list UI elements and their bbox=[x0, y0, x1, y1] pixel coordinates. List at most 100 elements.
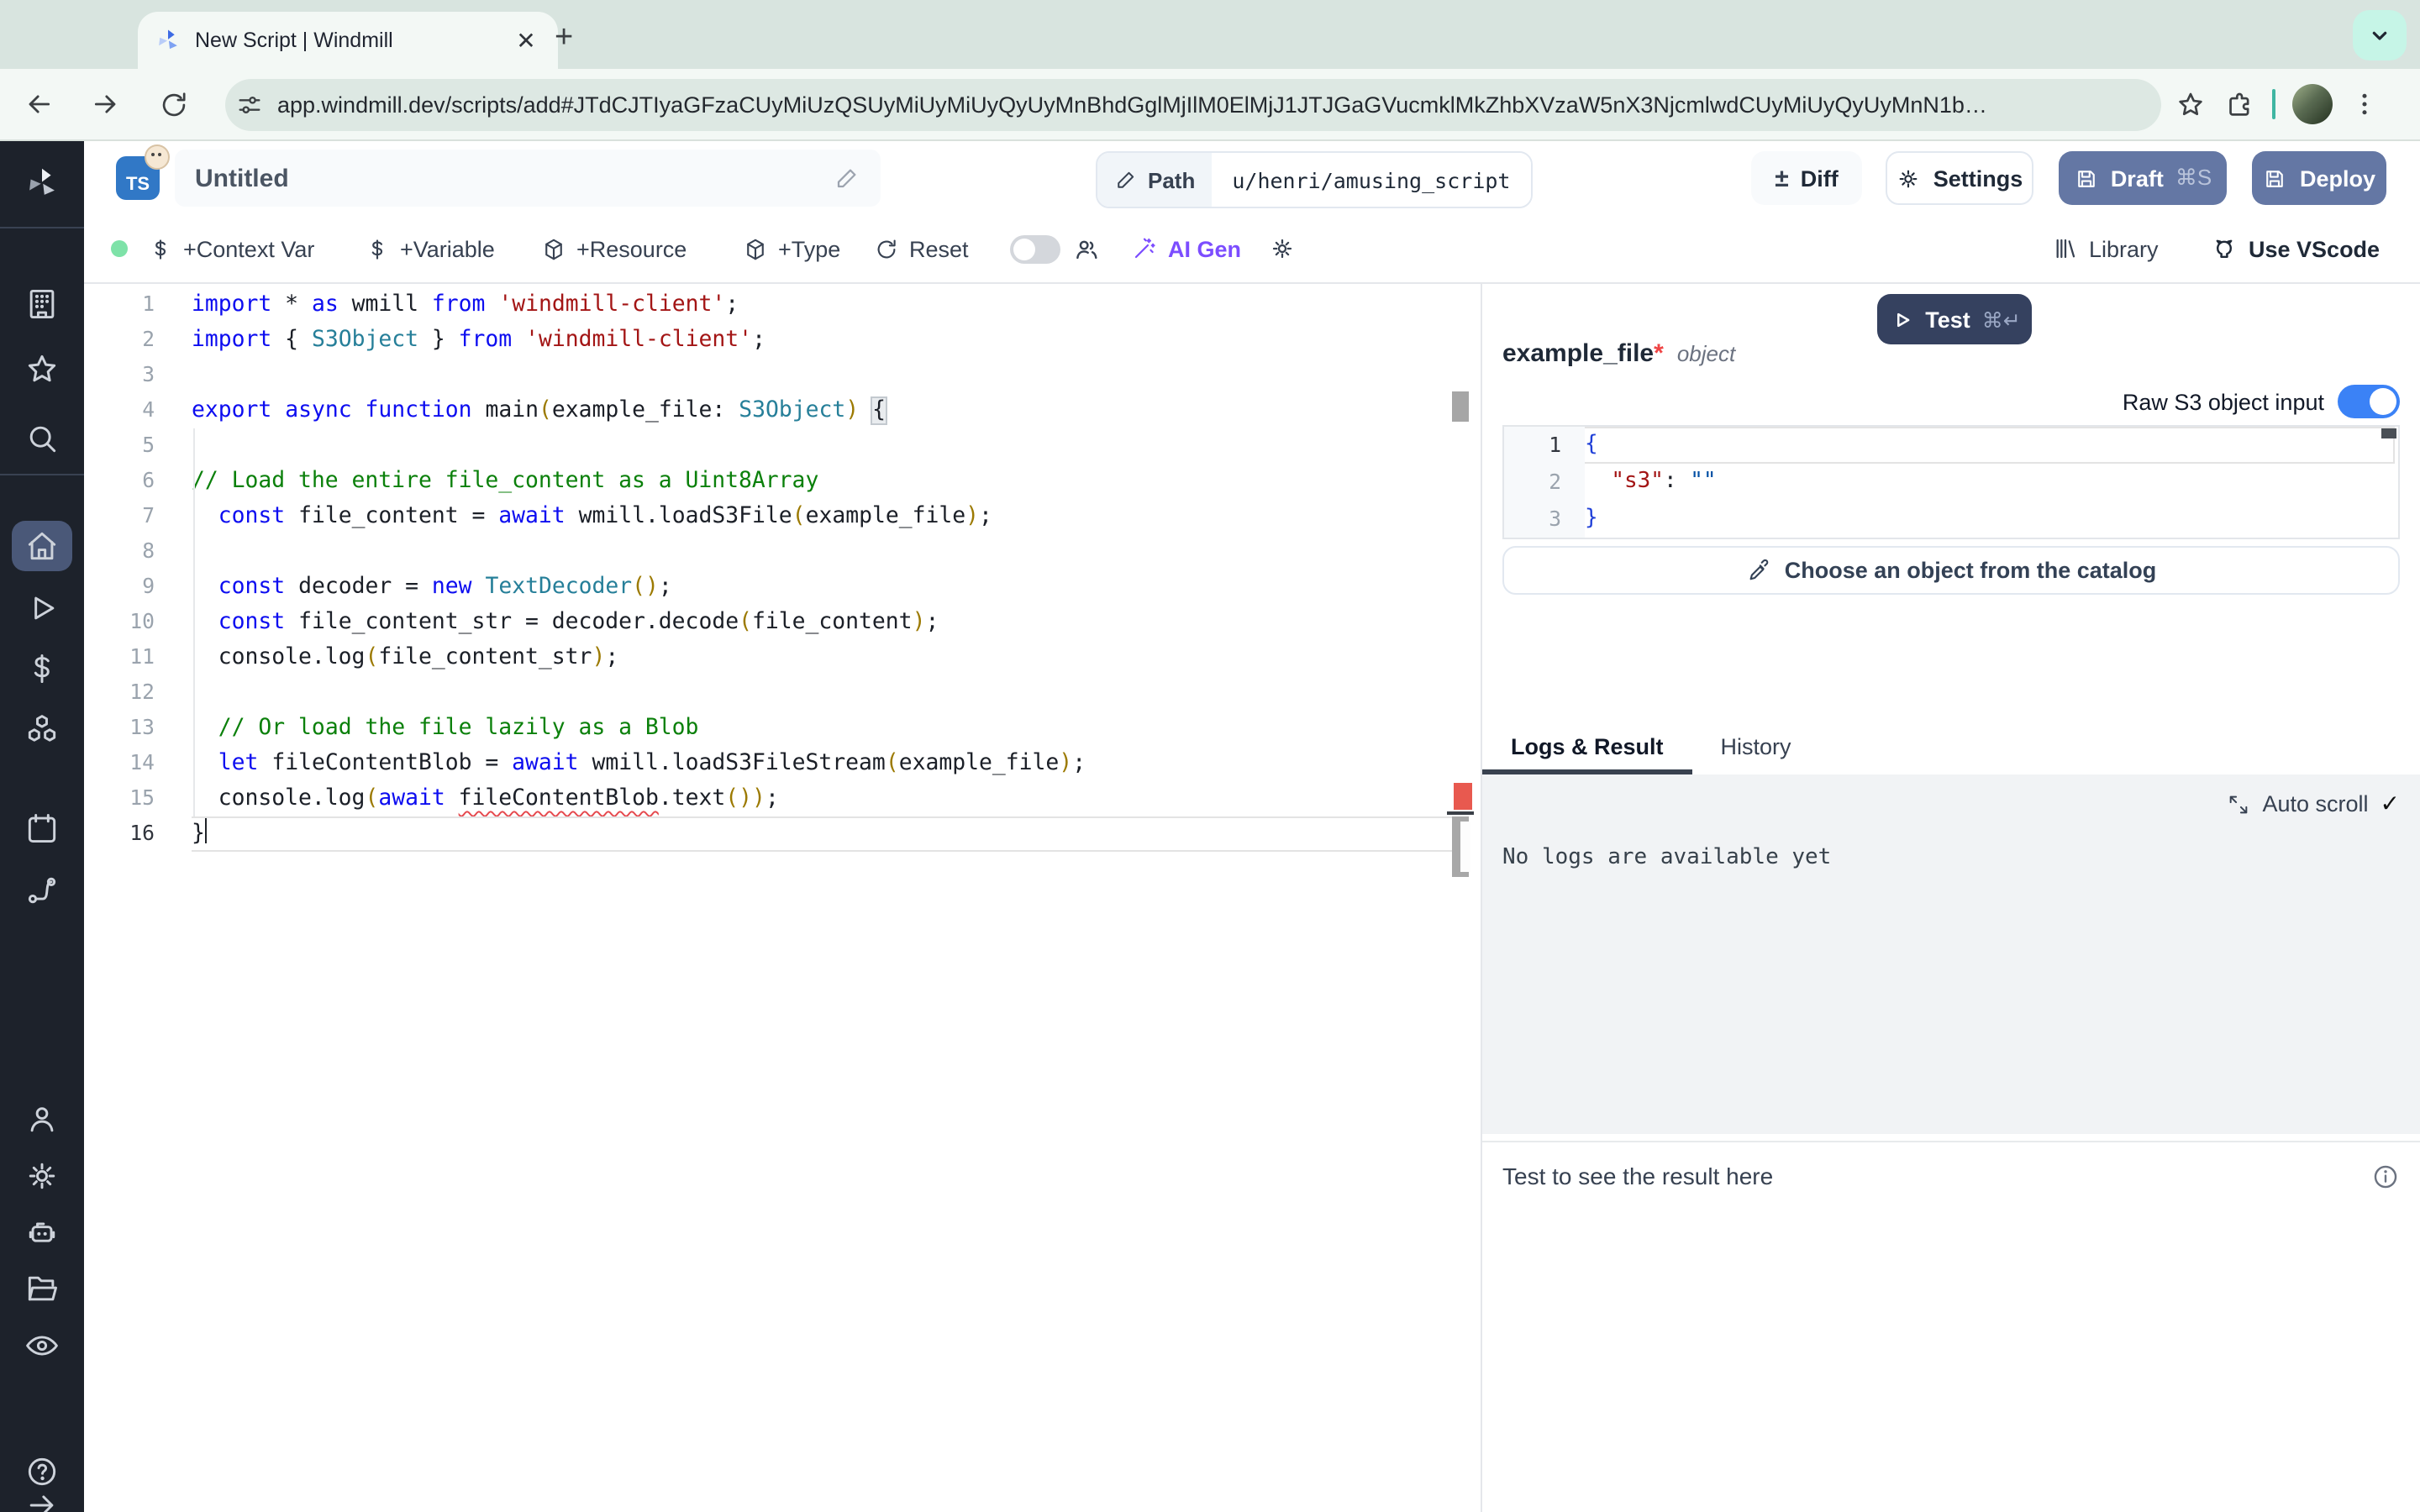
sidebar-expand-arrow-icon[interactable] bbox=[24, 1487, 60, 1512]
add-variable-button[interactable]: +Variable bbox=[365, 236, 495, 261]
reset-button[interactable]: Reset bbox=[874, 236, 969, 261]
app-content: TS Untitled Path u/henri/amusing_script … bbox=[84, 141, 2420, 1512]
sidebar-folder-icon[interactable] bbox=[24, 1270, 60, 1307]
choose-object-button[interactable]: Choose an object from the catalog bbox=[1502, 546, 2400, 595]
line-number: 10 bbox=[84, 605, 192, 640]
code-line[interactable]: 1import * as wmill from 'windmill-client… bbox=[84, 287, 1481, 323]
ai-gen-label: AI Gen bbox=[1168, 236, 1241, 261]
sidebar-home-icon[interactable] bbox=[12, 521, 72, 571]
script-title: Untitled bbox=[195, 164, 289, 192]
browser-menu-icon[interactable] bbox=[2349, 89, 2380, 119]
code-line[interactable]: 11 console.log(file_content_str); bbox=[84, 640, 1481, 675]
code-line[interactable]: 9 const decoder = new TextDecoder(); bbox=[84, 570, 1481, 605]
use-vscode-button[interactable]: Use VScode bbox=[2210, 234, 2380, 263]
raw-s3-toggle-on[interactable] bbox=[2338, 385, 2400, 418]
args-json-editor[interactable]: 1{2 "s3": ""3} bbox=[1502, 425, 2400, 539]
code-line[interactable]: 4export async function main(example_file… bbox=[84, 393, 1481, 428]
forward-button[interactable] bbox=[77, 76, 134, 133]
line-number: 3 bbox=[84, 358, 192, 393]
sidebar-route-icon[interactable] bbox=[24, 872, 60, 909]
sidebar-play-icon[interactable] bbox=[24, 590, 60, 627]
sidebar-dollar-icon[interactable] bbox=[24, 650, 60, 687]
toggle-off[interactable] bbox=[1010, 234, 1060, 263]
path-button[interactable]: Path bbox=[1097, 153, 1212, 207]
line-number: 12 bbox=[84, 675, 192, 711]
code-line[interactable]: 2 "s3": "" bbox=[1504, 464, 2398, 501]
line-number: 7 bbox=[84, 499, 192, 534]
settings-button[interactable]: Settings bbox=[1886, 151, 2033, 205]
tune-icon[interactable] bbox=[235, 90, 264, 118]
add-resource-button[interactable]: +Resource bbox=[541, 236, 687, 261]
diff-button[interactable]: ± Diff bbox=[1751, 151, 1862, 205]
editor-scrollbar-thumb[interactable] bbox=[1452, 391, 1469, 422]
add-type-button[interactable]: +Type bbox=[743, 236, 840, 261]
library-label: Library bbox=[2089, 236, 2159, 261]
browser-tab[interactable]: New Script | Windmill ✕ bbox=[138, 12, 558, 69]
sidebar-help-icon[interactable] bbox=[24, 1453, 60, 1490]
sidebar-cubes-icon[interactable] bbox=[24, 711, 60, 748]
windmill-app: TS Untitled Path u/henri/amusing_script … bbox=[0, 141, 2420, 1512]
line-number: 3 bbox=[1504, 501, 1585, 538]
url-text: app.windmill.dev/scripts/add#JTdCJTIyaGF… bbox=[277, 92, 2151, 117]
code-line[interactable]: 3 bbox=[84, 358, 1481, 393]
profile-avatar[interactable] bbox=[2292, 84, 2333, 124]
ai-gen-button[interactable]: AI Gen bbox=[1131, 235, 1241, 262]
info-icon[interactable] bbox=[2371, 1162, 2400, 1190]
windmill-logo bbox=[24, 165, 60, 202]
pipette-icon bbox=[1746, 558, 1771, 583]
tab-close-icon[interactable]: ✕ bbox=[511, 25, 541, 55]
reset-label: Reset bbox=[909, 236, 969, 261]
choose-object-label: Choose an object from the catalog bbox=[1785, 558, 2157, 583]
code-editor[interactable]: 1import * as wmill from 'windmill-client… bbox=[84, 282, 1481, 1512]
reload-button[interactable] bbox=[145, 76, 202, 133]
draft-button[interactable]: Draft ⌘S bbox=[2059, 151, 2227, 205]
autoscroll-control[interactable]: Auto scroll ✓ bbox=[2227, 790, 2400, 818]
window-chevron-button[interactable] bbox=[2353, 10, 2407, 60]
deploy-button[interactable]: Deploy bbox=[2252, 151, 2386, 205]
code-line[interactable]: 15 console.log(await fileContentBlob.tex… bbox=[84, 781, 1481, 816]
back-button[interactable] bbox=[10, 76, 67, 133]
sidebar bbox=[0, 141, 84, 1512]
code-line[interactable]: 1{ bbox=[1504, 427, 2398, 464]
tab-logs-result[interactable]: Logs & Result bbox=[1482, 734, 1692, 774]
edit-pencil-icon[interactable] bbox=[834, 165, 860, 192]
code-line[interactable]: 8 bbox=[84, 534, 1481, 570]
sidebar-star-icon[interactable] bbox=[24, 351, 60, 388]
code-line[interactable]: 16} bbox=[84, 816, 1481, 852]
address-bar[interactable]: app.windmill.dev/scripts/add#JTdCJTIyaGF… bbox=[225, 78, 2161, 130]
code-line[interactable]: 10 const file_content_str = decoder.deco… bbox=[84, 605, 1481, 640]
script-title-field[interactable]: Untitled bbox=[175, 150, 881, 207]
collaboration-users-icon[interactable] bbox=[1072, 234, 1101, 263]
path-value[interactable]: u/henri/amusing_script bbox=[1212, 153, 1530, 207]
resource-label: +Resource bbox=[576, 236, 687, 261]
code-line[interactable]: 6// Load the entire file_content as a Ui… bbox=[84, 464, 1481, 499]
collaboration-toggle[interactable] bbox=[1010, 234, 1060, 263]
code-line[interactable]: 7 const file_content = await wmill.loadS… bbox=[84, 499, 1481, 534]
library-button[interactable]: Library bbox=[2052, 235, 2159, 262]
bookmark-star-icon[interactable] bbox=[2175, 88, 2207, 120]
sidebar-calendar-icon[interactable] bbox=[24, 810, 60, 847]
overview-marker bbox=[1460, 822, 1470, 872]
sidebar-building-icon[interactable] bbox=[24, 286, 60, 323]
code-line[interactable]: 5 bbox=[84, 428, 1481, 464]
raw-s3-toggle-row: Raw S3 object input bbox=[2123, 385, 2400, 418]
code-line[interactable]: 2import { S3Object } from 'windmill-clie… bbox=[84, 323, 1481, 358]
code-line[interactable]: 13 // Or load the file lazily as a Blob bbox=[84, 711, 1481, 746]
deploy-label: Deploy bbox=[2300, 165, 2375, 191]
sidebar-gear-icon[interactable] bbox=[24, 1158, 60, 1194]
sidebar-robot-icon[interactable] bbox=[24, 1215, 60, 1252]
extensions-icon[interactable] bbox=[2223, 88, 2255, 120]
path-group[interactable]: Path u/henri/amusing_script bbox=[1096, 151, 1533, 208]
json-editor-scrollbar-thumb[interactable] bbox=[2381, 428, 2396, 438]
new-tab-button[interactable]: + bbox=[555, 17, 573, 60]
test-button[interactable]: Test ⌘↵ bbox=[1877, 294, 2032, 344]
code-line[interactable]: 3} bbox=[1504, 501, 2398, 538]
tab-history[interactable]: History bbox=[1692, 734, 1820, 774]
sidebar-eye-icon[interactable] bbox=[24, 1327, 60, 1364]
code-line[interactable]: 12 bbox=[84, 675, 1481, 711]
editor-settings-button[interactable] bbox=[1269, 235, 1296, 262]
code-line[interactable]: 14 let fileContentBlob = await wmill.loa… bbox=[84, 746, 1481, 781]
sidebar-search-icon[interactable] bbox=[24, 420, 60, 457]
sidebar-user-icon[interactable] bbox=[24, 1100, 60, 1137]
add-context-var-button[interactable]: +Context Var bbox=[148, 236, 314, 261]
